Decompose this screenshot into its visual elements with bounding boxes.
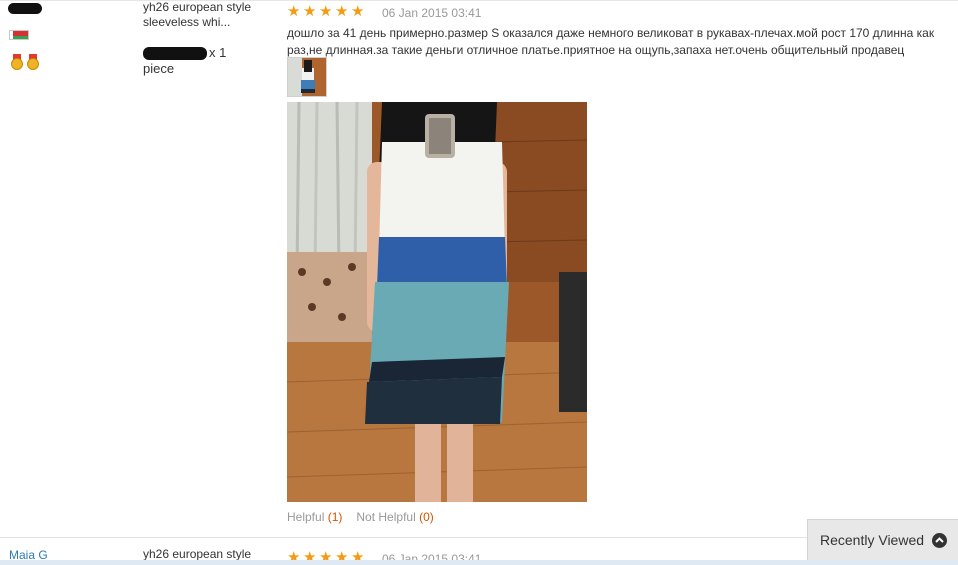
redacted-variant	[143, 47, 207, 61]
review-text: дошло за 41 день примерно.размер S оказа…	[287, 26, 935, 57]
helpful-button[interactable]: Helpful (1)	[287, 510, 342, 524]
product-title-line-2: sleeveless whi...	[143, 15, 231, 29]
not-helpful-button[interactable]: Not Helpful (0)	[356, 510, 433, 524]
star-icon: ★	[303, 3, 317, 20]
star-icon: ★	[287, 3, 301, 20]
quantity-value: x 1	[209, 45, 227, 60]
review-date: 06 Jan 2015 03:41	[382, 6, 482, 20]
star-icon: ★	[335, 3, 349, 20]
chevron-up-icon	[932, 533, 947, 548]
review-photo-thumbnail[interactable]	[287, 57, 327, 97]
next-product-title[interactable]: yh26 european style	[143, 547, 251, 561]
page-bottom-strip	[0, 560, 958, 565]
helpful-label: Helpful	[287, 510, 325, 524]
recently-viewed-button[interactable]: Recently Viewed	[807, 519, 958, 560]
product-title-link[interactable]: yh26 european style sleeveless whi...	[143, 0, 273, 30]
review-photo[interactable]	[287, 102, 587, 502]
not-helpful-count: (0)	[419, 510, 434, 524]
not-helpful-label: Not Helpful	[356, 510, 416, 524]
helpful-votes: Helpful (1) Not Helpful (0)	[287, 510, 434, 524]
belarus-flag-icon	[9, 30, 29, 40]
order-quantity: x 1 piece	[143, 45, 273, 77]
star-icon: ★	[319, 3, 333, 20]
quantity-unit: piece	[143, 61, 175, 76]
product-title-line-1: yh26 european style	[143, 0, 252, 14]
buyer-medal-icon	[27, 54, 39, 70]
helpful-count: (1)	[327, 510, 343, 524]
recently-viewed-label: Recently Viewed	[820, 532, 925, 548]
star-icon: ★	[351, 3, 365, 20]
buyer-name-redacted	[8, 2, 44, 14]
star-rating: ★ ★ ★ ★ ★	[287, 3, 366, 20]
buyer-medal-icon	[11, 54, 23, 70]
